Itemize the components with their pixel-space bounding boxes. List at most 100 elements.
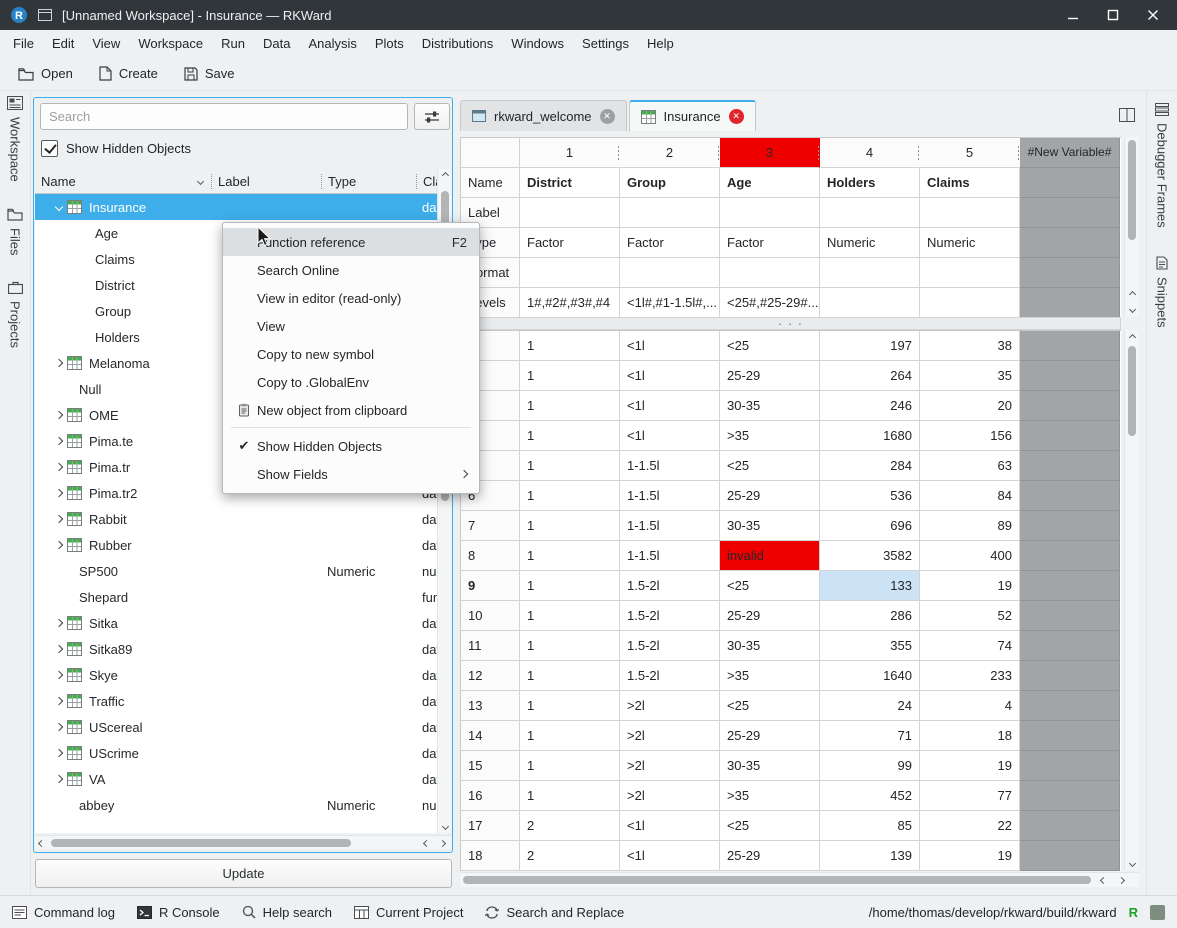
dock-tab-projects[interactable]: Projects <box>8 281 23 348</box>
meta-cell[interactable] <box>820 198 920 228</box>
data-cell[interactable]: 25-29 <box>720 361 820 391</box>
row-header[interactable]: 18 <box>461 841 520 871</box>
data-cell[interactable]: 22 <box>920 811 1020 841</box>
data-cell[interactable]: 99 <box>820 751 920 781</box>
filter-options-button[interactable] <box>414 103 450 130</box>
data-cell[interactable]: 84 <box>920 481 1020 511</box>
menu-item-copy-to-new-symbol[interactable]: Copy to new symbol <box>223 340 479 368</box>
meta-cell-newvar[interactable] <box>1020 198 1120 228</box>
row-header[interactable]: 8 <box>461 541 520 571</box>
data-cell[interactable]: 696 <box>820 511 920 541</box>
data-cell[interactable]: <25 <box>720 331 820 361</box>
menubar-item-edit[interactable]: Edit <box>43 32 83 55</box>
split-view-icon[interactable] <box>1119 108 1135 122</box>
data-vertical-scrollbar[interactable] <box>1124 330 1139 870</box>
meta-cell-newvar[interactable] <box>1020 258 1120 288</box>
tab-rkward-welcome[interactable]: rkward_welcome ✕ <box>460 100 627 131</box>
data-cell[interactable]: 2 <box>520 841 620 871</box>
data-cell[interactable]: <1l <box>620 391 720 421</box>
data-cell-newvar[interactable] <box>1020 601 1120 631</box>
menubar-item-workspace[interactable]: Workspace <box>129 32 212 55</box>
column-header-6[interactable]: #New Variable# <box>1020 138 1120 168</box>
row-header[interactable]: 10 <box>461 601 520 631</box>
data-cell[interactable]: 1 <box>520 601 620 631</box>
data-cell[interactable]: 1 <box>520 721 620 751</box>
data-cell[interactable]: 52 <box>920 601 1020 631</box>
data-cell-newvar[interactable] <box>1020 571 1120 601</box>
data-cell-newvar[interactable] <box>1020 781 1120 811</box>
tree-row-sp500[interactable]: SP500Numericnum... <box>35 558 437 584</box>
meta-cell[interactable]: <1l#,#1-1.5l#,... <box>620 288 720 318</box>
data-cell[interactable]: 18 <box>920 721 1020 751</box>
data-cell[interactable]: 19 <box>920 841 1020 871</box>
data-cell[interactable]: 1 <box>520 541 620 571</box>
create-button[interactable]: Create <box>89 61 168 86</box>
menu-item-view-in-editor-read-only[interactable]: View in editor (read-only) <box>223 284 479 312</box>
data-cell-newvar[interactable] <box>1020 661 1120 691</box>
menubar-item-plots[interactable]: Plots <box>366 32 413 55</box>
row-header[interactable]: 12 <box>461 661 520 691</box>
data-cell[interactable]: 536 <box>820 481 920 511</box>
menu-item-search-online[interactable]: Search Online <box>223 256 479 284</box>
data-cell-newvar[interactable] <box>1020 421 1120 451</box>
data-cell[interactable]: 1 <box>520 511 620 541</box>
row-header[interactable]: 14 <box>461 721 520 751</box>
data-cell[interactable]: 1680 <box>820 421 920 451</box>
dock-tab-snippets[interactable]: Snippets <box>1155 256 1170 328</box>
data-cell[interactable]: 24 <box>820 691 920 721</box>
menubar-item-help[interactable]: Help <box>638 32 683 55</box>
tree-row-uscrime[interactable]: UScrimedat... <box>35 740 437 766</box>
data-cell[interactable]: 1 <box>520 751 620 781</box>
meta-cell[interactable]: <25#,#25-29#... <box>720 288 820 318</box>
data-cell[interactable]: 1-1.5l <box>620 541 720 571</box>
expand-icon[interactable] <box>51 360 67 366</box>
open-button[interactable]: Open <box>8 61 83 86</box>
data-horizontal-scrollbar[interactable] <box>460 872 1139 887</box>
expand-icon[interactable] <box>51 412 67 418</box>
menubar-item-run[interactable]: Run <box>212 32 254 55</box>
tree-column-class[interactable]: Cla <box>416 174 437 189</box>
menu-item-view[interactable]: View <box>223 312 479 340</box>
data-cell[interactable]: 77 <box>920 781 1020 811</box>
data-cell[interactable]: <1l <box>620 421 720 451</box>
data-cell-newvar[interactable] <box>1020 511 1120 541</box>
data-cell[interactable]: >2l <box>620 691 720 721</box>
data-cell[interactable]: 30-35 <box>720 751 820 781</box>
menubar-item-windows[interactable]: Windows <box>502 32 573 55</box>
meta-cell[interactable]: Holders <box>820 168 920 198</box>
scroll-left-icon[interactable] <box>423 839 430 846</box>
dock-tab-files[interactable]: Files <box>7 208 23 255</box>
scroll-down-icon[interactable] <box>441 823 448 830</box>
scroll-left-icon[interactable] <box>1099 877 1106 884</box>
data-cell[interactable]: 400 <box>920 541 1020 571</box>
menu-item-new-object-from-clipboard[interactable]: New object from clipboard <box>223 396 479 424</box>
data-cell[interactable]: <1l <box>620 841 720 871</box>
data-cell[interactable]: 71 <box>820 721 920 751</box>
menubar-item-data[interactable]: Data <box>254 32 299 55</box>
expand-icon[interactable] <box>51 672 67 678</box>
tab-close-icon[interactable]: ✕ <box>600 109 615 124</box>
expand-icon[interactable] <box>51 750 67 756</box>
tree-row-skye[interactable]: Skyedat... <box>35 662 437 688</box>
minimize-button[interactable] <box>1065 7 1081 23</box>
data-cell[interactable]: 139 <box>820 841 920 871</box>
data-cell[interactable]: >35 <box>720 661 820 691</box>
data-cell[interactable]: 284 <box>820 451 920 481</box>
data-cell[interactable]: <25 <box>720 451 820 481</box>
menubar-item-distributions[interactable]: Distributions <box>413 32 503 55</box>
tree-horizontal-scrollbar[interactable] <box>35 835 451 849</box>
data-cell-newvar[interactable] <box>1020 721 1120 751</box>
meta-cell[interactable]: Factor <box>620 228 720 258</box>
data-cell[interactable]: >2l <box>620 721 720 751</box>
data-cell[interactable]: 286 <box>820 601 920 631</box>
data-cell[interactable]: >2l <box>620 751 720 781</box>
data-cell-newvar[interactable] <box>1020 811 1120 841</box>
search-input[interactable] <box>40 103 408 130</box>
scroll-down-icon[interactable] <box>1129 305 1136 312</box>
data-cell[interactable]: 1.5-2l <box>620 571 720 601</box>
close-button[interactable] <box>1145 7 1161 23</box>
dock-tab-workspace[interactable]: Workspace <box>7 96 23 182</box>
tree-row-uscereal[interactable]: UScerealdat... <box>35 714 437 740</box>
data-cell[interactable]: <1l <box>620 811 720 841</box>
meta-cell[interactable] <box>820 258 920 288</box>
